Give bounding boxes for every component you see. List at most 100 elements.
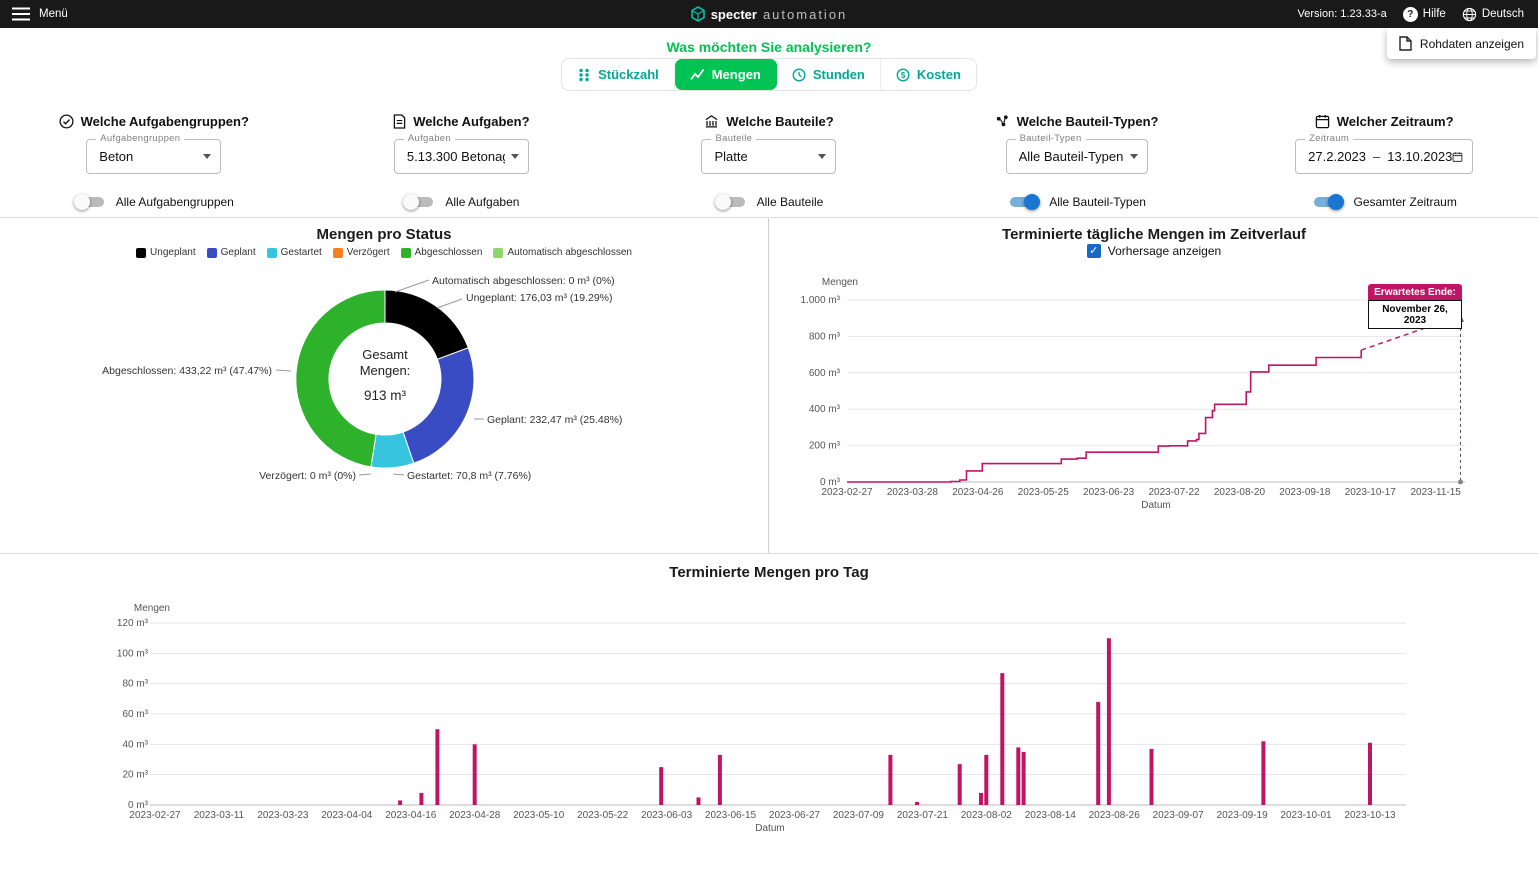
bar[interactable] [659,767,663,805]
donut-center-text: Mengen: [360,363,411,378]
tab-stunden[interactable]: Stunden [777,59,881,90]
timeline-chart-panel: Terminierte tägliche Mengen im Zeitverla… [770,217,1538,553]
donut-title: Mengen pro Status [0,226,768,243]
calendar-picker-icon[interactable] [1452,150,1463,164]
y-tick-label: 100 m³ [117,648,149,659]
slice-label: Ungeplant: 176,03 m³ (19.29%) [466,292,613,304]
menu-button[interactable]: Menü [12,7,68,21]
bauteile-select[interactable]: Bauteile Platte [701,139,836,174]
vorhersage-checkbox[interactable]: ✓ [1087,244,1101,258]
bar[interactable] [398,800,402,805]
toggle-label: Gesamter Zeitraum [1353,195,1456,209]
menu-label: Menü [39,8,68,20]
label-leader-line [276,370,291,371]
bar[interactable] [697,797,701,805]
bar[interactable] [1107,638,1111,805]
x-tick-label: 2023-10-13 [1344,810,1396,821]
x-tick-label: 2023-03-23 [257,810,309,821]
help-button[interactable]: ? Hilfe [1403,7,1446,22]
x-tick-label: 2023-06-03 [641,810,693,821]
label-leader-line [393,474,404,475]
aufgaben-select[interactable]: Aufgaben 5.13.300 Betonag... [394,139,529,174]
x-axis-title: Datum [755,823,784,834]
date-start-value: 27.2.2023 [1308,149,1366,164]
bauteil-typen-select[interactable]: Bauteil-Typen Alle Bauteil-Typen [1006,139,1148,174]
x-tick-label: 2023-02-27 [129,810,181,821]
version-label: Version: 1.23.33-a [1298,8,1387,20]
tab-label: Kosten [917,67,961,82]
bar[interactable] [888,755,892,805]
bar[interactable] [984,755,988,805]
slice-label: Geplant: 232,47 m³ (25.48%) [487,414,622,426]
y-axis-title: Mengen [822,277,858,288]
legend-item[interactable]: Automatisch abgeschlossen [493,247,632,258]
bar[interactable] [915,802,919,805]
x-tick-label: 2023-09-18 [1279,487,1331,498]
donut-slice[interactable] [403,348,474,463]
bar-chart-title: Terminierte Mengen pro Tag [0,564,1538,581]
slice-label: Abgeschlossen: 433,22 m³ (47.47%) [102,365,272,377]
svg-text:$: $ [901,70,906,79]
legend-swatch [207,248,217,258]
select-value: Alle Bauteil-Typen [1019,149,1124,164]
x-tick-label: 2023-04-04 [321,810,373,821]
language-button[interactable]: Deutsch [1462,7,1524,22]
y-tick-label: 120 m³ [117,618,149,629]
bar[interactable] [435,729,439,805]
donut-center-text: Gesamt [362,347,408,362]
bar[interactable] [473,744,477,805]
donut-chart: Ungeplant: 176,03 m³ (19.29%) Geplant: 23… [0,263,769,554]
legend-item[interactable]: Gestartet [267,247,322,258]
bar[interactable] [718,755,722,805]
legend-item[interactable]: Abgeschlossen [401,247,483,258]
bar[interactable] [1096,702,1100,805]
x-tick-label: 2023-08-20 [1214,487,1266,498]
legend-item[interactable]: Verzögert [333,247,390,258]
bar[interactable] [1150,749,1154,805]
globe-icon [1462,7,1477,22]
tab-kosten[interactable]: $ Kosten [881,59,976,90]
alle-aufgaben-switch[interactable] [403,193,436,211]
alle-aufgabengruppen-switch[interactable] [74,193,107,211]
zeitraum-select[interactable]: Zeitraum 27.2.2023 – 13.10.2023 [1295,139,1473,174]
x-tick-label: 2023-03-28 [887,487,939,498]
bar[interactable] [1261,741,1265,805]
tab-label: Stückzahl [598,67,659,82]
gesamter-zeitraum-switch[interactable] [1311,193,1344,211]
aufgabengruppen-select[interactable]: Aufgabengruppen Beton [86,139,221,174]
x-tick-label: 2023-04-28 [449,810,501,821]
label-leader-line [359,474,371,475]
raw-data-label: Rohdaten anzeigen [1420,37,1524,51]
legend-swatch [401,248,411,258]
y-tick-label: 80 m³ [122,679,148,690]
tab-mengen[interactable]: Mengen [675,59,777,90]
bar[interactable] [1016,747,1020,805]
legend-item[interactable]: Ungeplant [136,247,196,258]
bar[interactable] [1022,752,1026,805]
bar[interactable] [1368,743,1372,805]
alle-bauteil-typen-switch[interactable] [1007,193,1040,211]
raw-data-menu-item[interactable]: Rohdaten anzeigen [1387,28,1536,59]
tab-stueckzahl[interactable]: Stückzahl [562,59,675,90]
legend-label: Geplant [221,247,256,258]
series-line[interactable] [847,350,1361,482]
donut-slice[interactable] [296,290,385,467]
legend-label: Ungeplant [150,247,196,258]
brand-suffix: automation [763,7,847,22]
bar[interactable] [979,793,983,805]
switch-knob [74,194,90,210]
brand-name: specter [711,7,757,22]
legend-item[interactable]: Geplant [207,247,256,258]
bar[interactable] [419,793,423,805]
bar[interactable] [1000,673,1004,805]
alle-bauteile-switch[interactable] [715,193,748,211]
task-document-icon [393,114,406,129]
toggle-label: Alle Bauteil-Typen [1049,195,1146,209]
switch-knob [1024,194,1040,210]
chevron-down-icon [511,154,519,159]
x-tick-label: 2023-06-15 [705,810,757,821]
forecast-checkbox-row: ✓ Vorhersage anzeigen [770,244,1538,258]
x-tick-label: 2023-11-15 [1410,487,1461,498]
bar[interactable] [958,764,962,805]
slice-label: Gestartet: 70,8 m³ (7.76%) [407,470,531,482]
